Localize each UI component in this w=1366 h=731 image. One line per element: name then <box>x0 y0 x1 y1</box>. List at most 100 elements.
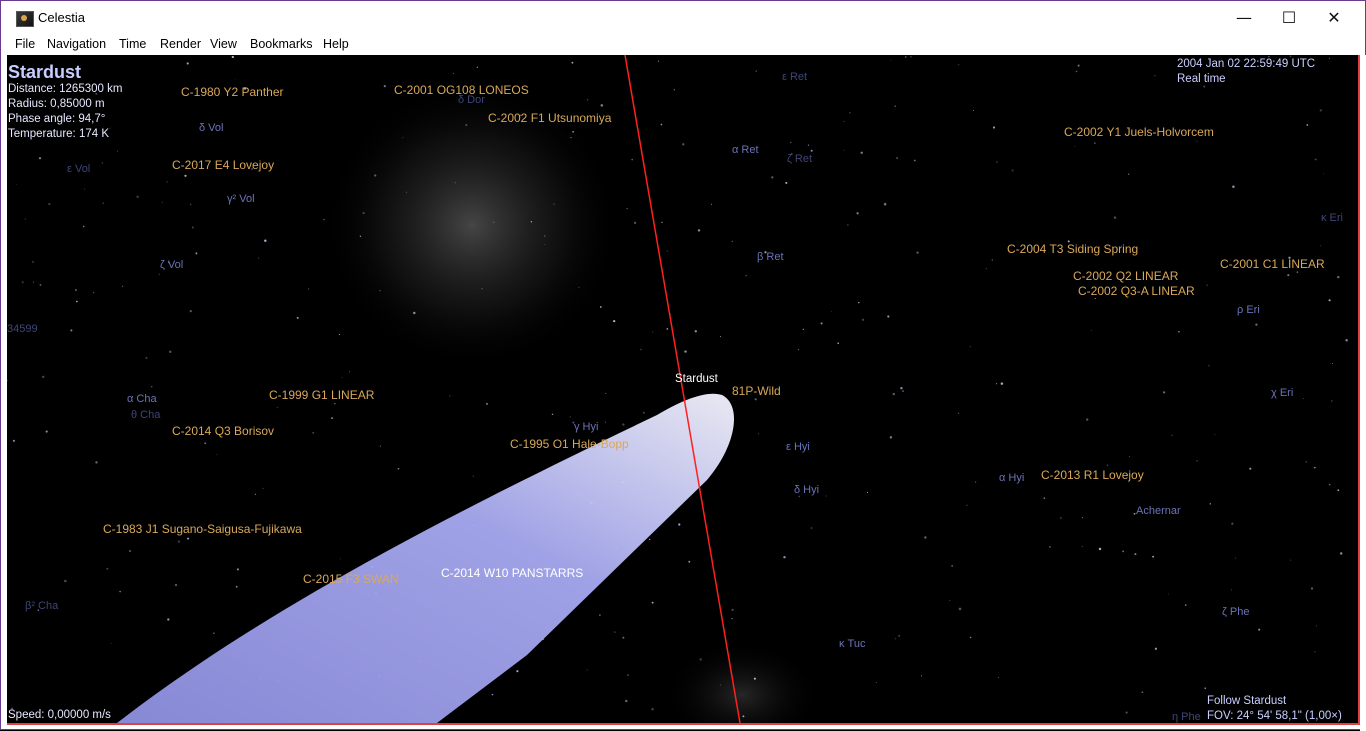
background-star <box>890 59 892 61</box>
background-star <box>1141 691 1144 693</box>
star-label[interactable]: ζ Phe <box>1222 606 1249 618</box>
background-star <box>1086 418 1089 421</box>
background-star <box>312 431 315 434</box>
star-label[interactable]: χ Eri <box>1271 387 1293 399</box>
star-label[interactable]: δ Dor <box>458 94 485 106</box>
background-star <box>1209 503 1212 505</box>
background-star <box>599 306 602 308</box>
background-star <box>1000 382 1004 385</box>
comet-label[interactable]: C-1980 Y2 Panther <box>181 85 284 99</box>
star-label[interactable]: Achernar <box>1136 505 1181 517</box>
background-star <box>807 144 810 146</box>
background-star <box>110 643 112 645</box>
star-label[interactable]: κ Tuc <box>839 638 866 650</box>
minimize-button[interactable]: — <box>1221 1 1267 34</box>
background-star <box>213 632 215 634</box>
star-label[interactable]: 34599 <box>7 323 38 335</box>
star-label[interactable]: ε Vol <box>67 163 90 175</box>
menu-help[interactable]: Help <box>323 37 349 51</box>
comet-label[interactable]: C-1983 J1 Sugano-Saigusa-Fujikawa <box>103 522 302 536</box>
star-label[interactable]: α Cha <box>127 393 157 405</box>
background-star <box>613 319 616 323</box>
background-star <box>70 329 73 332</box>
star-label[interactable]: η Phe <box>1172 711 1201 723</box>
background-star <box>236 568 239 571</box>
background-star <box>1011 169 1014 172</box>
background-star <box>657 60 659 62</box>
background-star <box>189 309 192 313</box>
background-star <box>694 330 697 333</box>
background-star <box>1328 483 1331 486</box>
comet-label[interactable]: C-2013 R1 Lovejoy <box>1041 468 1144 482</box>
menu-view[interactable]: View <box>210 37 237 51</box>
sky-viewport[interactable]: Stardust Distance: 1265300 km Radius: 0,… <box>7 55 1360 725</box>
background-star <box>1113 216 1117 219</box>
star-label[interactable]: κ Eri <box>1321 212 1343 224</box>
star-label[interactable]: α Hyi <box>999 472 1024 484</box>
background-star <box>308 288 310 290</box>
background-star <box>892 392 895 396</box>
menu-time[interactable]: Time <box>119 37 146 51</box>
comet-label[interactable]: C-2002 Y1 Juels-Holvorcem <box>1064 125 1214 139</box>
comet-label[interactable]: C-2001 C1 LINEAR <box>1220 257 1325 271</box>
menu-bookmarks[interactable]: Bookmarks <box>250 37 313 51</box>
background-star <box>682 143 685 146</box>
star-label[interactable]: ε Ret <box>782 71 807 83</box>
background-star <box>168 350 172 353</box>
background-star <box>771 176 774 179</box>
window-edge <box>1360 55 1366 731</box>
comet-label[interactable]: C-2002 Q2 LINEAR <box>1073 269 1178 283</box>
comet-label[interactable]: C-2014 Q3 Borisov <box>172 424 274 438</box>
star-label[interactable]: ζ Vol <box>160 259 183 271</box>
star-label[interactable]: γ Hyi <box>574 421 598 433</box>
background-star <box>688 560 691 563</box>
fov-readout: FOV: 24° 54' 58,1" (1,00×) <box>1207 710 1342 722</box>
background-star <box>92 291 95 294</box>
star-label[interactable]: γ² Vol <box>227 193 255 205</box>
background-star <box>1249 467 1252 470</box>
comet-label[interactable]: 81P-Wild <box>732 384 781 398</box>
star-label[interactable]: β² Cha <box>25 600 58 612</box>
background-star <box>45 430 48 433</box>
background-star <box>189 203 192 206</box>
title-bar[interactable]: Celestia — ☐ ✕ <box>1 1 1365 34</box>
star-label[interactable]: α Ret <box>732 144 759 156</box>
background-star <box>204 442 207 445</box>
background-star <box>174 583 178 587</box>
star-label[interactable]: δ Hyi <box>794 484 819 496</box>
comet-label[interactable]: C-2017 E4 Lovejoy <box>172 158 274 172</box>
maximize-button[interactable]: ☐ <box>1266 1 1312 34</box>
comet-label[interactable]: C-2015 F3 SWAN <box>303 572 399 586</box>
background-star <box>379 445 381 447</box>
comet-label[interactable]: C-2004 T3 Siding Spring <box>1007 242 1138 256</box>
comet-label[interactable]: C-2002 Q3-A LINEAR <box>1078 284 1195 298</box>
star-label[interactable]: β Ret <box>757 251 784 263</box>
comet-label[interactable]: C-1999 G1 LINEAR <box>269 388 374 402</box>
background-star <box>491 693 494 696</box>
comet-label[interactable]: C-2014 W10 PANSTARRS <box>441 566 583 580</box>
star-label[interactable]: ρ Eri <box>1237 304 1260 316</box>
background-star <box>258 257 260 259</box>
menu-render[interactable]: Render <box>160 37 201 51</box>
background-star <box>889 436 893 439</box>
star-label[interactable]: ε Hyi <box>786 441 810 453</box>
background-star <box>486 403 488 405</box>
spacecraft-label[interactable]: Stardust <box>675 373 718 385</box>
background-star <box>731 240 734 243</box>
star-label[interactable]: θ Cha <box>131 409 160 421</box>
background-star <box>802 328 804 331</box>
comet-label[interactable]: C-1995 O1 Hale-Bopp <box>510 437 629 451</box>
menu-navigation[interactable]: Navigation <box>47 37 106 51</box>
star-label[interactable]: δ Vol <box>199 122 223 134</box>
background-star <box>323 218 325 221</box>
background-star <box>1184 604 1187 606</box>
star-label[interactable]: ζ Ret <box>787 153 812 165</box>
close-button[interactable]: ✕ <box>1311 1 1357 34</box>
menu-file[interactable]: File <box>15 37 35 51</box>
background-star <box>543 234 546 237</box>
background-star <box>572 130 575 133</box>
radius-readout: Radius: 0,85000 m <box>8 98 105 110</box>
background-star <box>745 275 747 277</box>
background-star <box>1196 460 1198 462</box>
comet-label[interactable]: C-2002 F1 Utsunomiya <box>488 111 611 125</box>
